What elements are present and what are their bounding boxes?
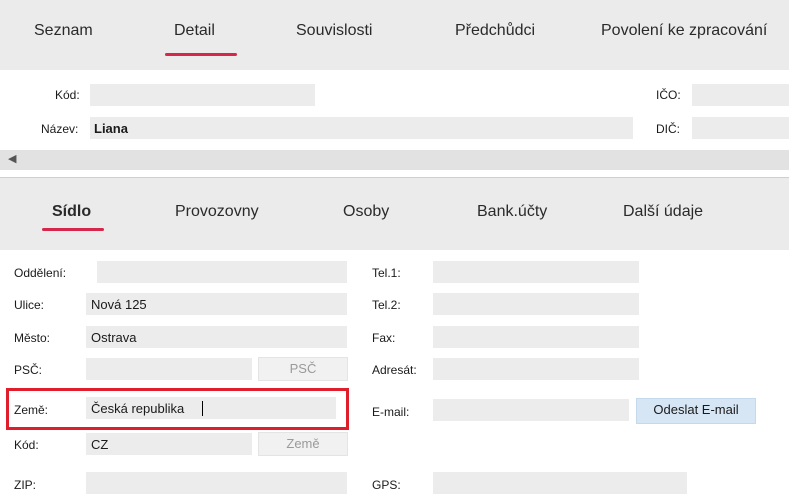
tel1-field[interactable]	[433, 261, 639, 283]
subtab-osoby[interactable]: Osoby	[343, 203, 389, 221]
kod-field[interactable]	[90, 84, 315, 106]
kod-country-label: Kód:	[14, 438, 39, 452]
email-field[interactable]	[433, 399, 629, 421]
dic-field[interactable]	[692, 117, 789, 139]
subtab-provozovny[interactable]: Provozovny	[175, 203, 259, 221]
zeme-label: Země:	[14, 403, 49, 417]
zeme-lookup-button[interactable]: Země	[258, 432, 348, 456]
tab-souvislosti[interactable]: Souvislosti	[296, 22, 372, 40]
mesto-value: Ostrava	[91, 330, 137, 345]
send-email-button[interactable]: Odeslat E-mail	[636, 398, 756, 424]
ulice-field[interactable]: Nová 125	[86, 293, 347, 315]
oddeleni-field[interactable]	[97, 261, 347, 283]
subtab-sidlo[interactable]: Sídlo	[52, 203, 91, 221]
subtab-bank-ucty[interactable]: Bank.účty	[477, 203, 547, 221]
ulice-value: Nová 125	[91, 297, 147, 312]
psc-lookup-button[interactable]: PSČ	[258, 357, 348, 381]
adresat-field[interactable]	[433, 358, 639, 380]
mesto-label: Město:	[14, 331, 51, 345]
tab-predchudci[interactable]: Předchůdci	[455, 22, 535, 40]
tab-detail[interactable]: Detail	[174, 22, 215, 40]
subtab-sidlo-active-indicator	[42, 228, 104, 231]
kod-label: Kód:	[55, 88, 80, 102]
nazev-value: Liana	[94, 121, 128, 136]
email-label: E-mail:	[372, 405, 410, 419]
tel2-field[interactable]	[433, 293, 639, 315]
psc-label: PSČ:	[14, 363, 43, 377]
zeme-field[interactable]: Česká republika	[86, 397, 336, 419]
text-cursor	[202, 401, 203, 416]
kod-country-value: CZ	[91, 437, 109, 452]
zeme-value: Česká republika	[91, 401, 185, 416]
fax-field[interactable]	[433, 326, 639, 348]
ico-field[interactable]	[692, 84, 789, 106]
fax-label: Fax:	[372, 331, 396, 345]
zip-label: ZIP:	[14, 478, 37, 492]
tel1-label: Tel.1:	[372, 266, 401, 280]
tab-detail-active-indicator	[165, 53, 237, 56]
ico-label: IČO:	[656, 88, 681, 102]
ulice-label: Ulice:	[14, 298, 45, 312]
zip-field[interactable]	[86, 472, 347, 494]
adresat-label: Adresát:	[372, 363, 417, 377]
subtab-dalsi-udaje[interactable]: Další údaje	[623, 203, 703, 221]
tab-povoleni[interactable]: Povolení ke zpracování	[601, 22, 767, 40]
dic-label: DIČ:	[656, 122, 680, 136]
nazev-field[interactable]: Liana	[90, 117, 633, 139]
gps-label: GPS:	[372, 478, 401, 492]
mesto-field[interactable]: Ostrava	[86, 326, 347, 348]
gps-field[interactable]	[433, 472, 687, 494]
psc-field[interactable]	[86, 358, 252, 380]
scroll-left-arrow-icon[interactable]: ◀	[8, 152, 16, 165]
nazev-label: Název:	[41, 122, 79, 136]
horizontal-scrollbar[interactable]	[0, 150, 789, 170]
tel2-label: Tel.2:	[372, 298, 401, 312]
oddeleni-label: Oddělení:	[14, 266, 67, 280]
tab-seznam[interactable]: Seznam	[34, 22, 93, 40]
kod-country-field[interactable]: CZ	[86, 433, 252, 455]
